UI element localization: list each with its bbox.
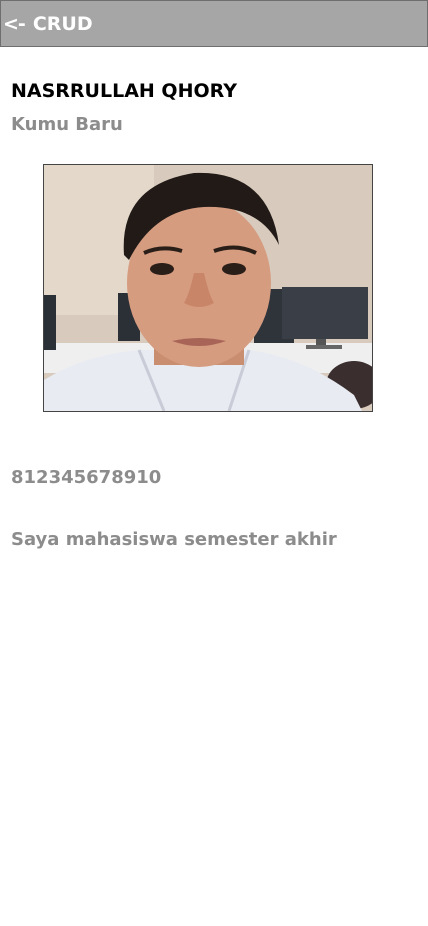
profile-description: Saya mahasiswa semester akhir: [11, 529, 337, 550]
profile-photo: [43, 164, 373, 412]
profile-photo-image: [44, 165, 372, 411]
profile-phone: 812345678910: [11, 467, 162, 488]
profile-subtitle: Kumu Baru: [11, 114, 123, 135]
top-bar: <- CRUD: [0, 0, 428, 47]
back-arrow-icon: <-: [3, 12, 26, 35]
profile-name: NASRRULLAH QHORY: [11, 80, 237, 102]
back-button[interactable]: <- CRUD: [1, 13, 93, 35]
header-title: CRUD: [32, 12, 93, 35]
